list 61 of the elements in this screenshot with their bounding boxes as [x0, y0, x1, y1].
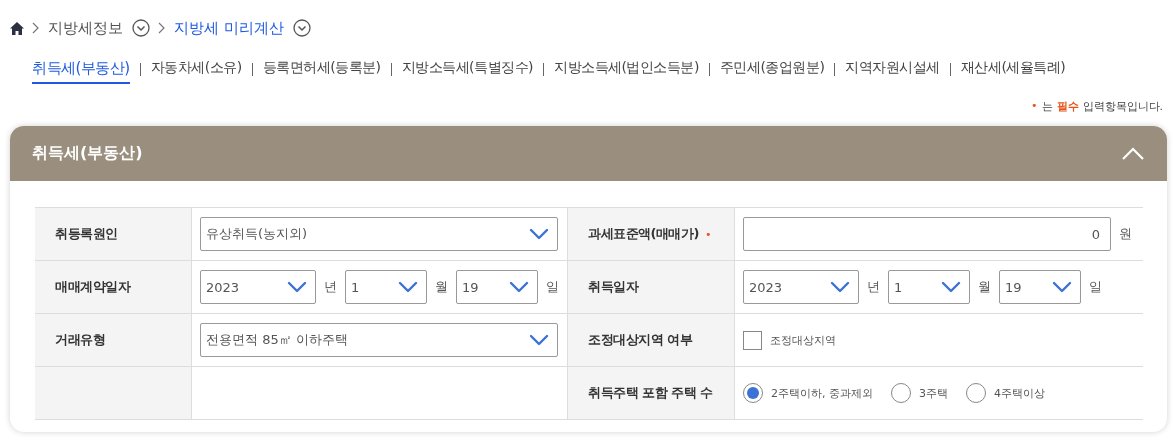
- field-label: 매매계약일자: [55, 278, 130, 296]
- field-label: 조정대상지역 여부: [588, 331, 693, 349]
- select-field[interactable]: 19: [999, 270, 1081, 304]
- select-field[interactable]: 2023: [743, 270, 859, 304]
- chevron-down-icon: [398, 280, 418, 294]
- select-field[interactable]: 1: [888, 270, 970, 304]
- radio-label: 3주택: [919, 385, 948, 401]
- field-label: 과세표준액(매매가): [588, 225, 699, 243]
- checkbox[interactable]: [743, 330, 762, 350]
- unit-label: 월: [978, 278, 991, 296]
- home-icon[interactable]: [10, 21, 24, 35]
- chevron-right-icon: [32, 22, 39, 34]
- tab[interactable]: 주민세(종업원분): [719, 55, 825, 83]
- note-text: 필수: [1056, 99, 1079, 115]
- required-mark: •: [704, 227, 712, 241]
- dropdown-icon[interactable]: [292, 19, 311, 37]
- chevron-down-icon: [1052, 280, 1072, 294]
- tab[interactable]: 지역자원시설세: [845, 55, 940, 83]
- input-field[interactable]: 0: [743, 217, 1111, 251]
- select-field[interactable]: 2023: [200, 270, 316, 304]
- panel-title: 취득세(부동산): [32, 143, 143, 164]
- radio-label: 4주택이상: [994, 385, 1045, 401]
- chevron-down-icon: [941, 280, 961, 294]
- breadcrumb-link[interactable]: 지방세정보: [48, 18, 123, 38]
- chevron-down-icon: [830, 280, 850, 294]
- tab[interactable]: 자동차세(소유): [150, 55, 242, 83]
- select-field[interactable]: 전용면적 85㎡ 이하주택: [200, 323, 558, 357]
- dropdown-icon[interactable]: [132, 19, 150, 37]
- unit-label: 일: [1089, 278, 1102, 296]
- chevron-down-icon: [529, 227, 549, 241]
- tab[interactable]: 지방소득세(특별징수): [401, 55, 534, 83]
- note-text: 는: [1041, 99, 1053, 115]
- unit-label: 년: [324, 278, 337, 296]
- required-mark: •: [1031, 99, 1038, 114]
- unit-label: 원: [1119, 225, 1132, 243]
- radio-label: 2주택이하, 중과제외: [771, 385, 873, 401]
- breadcrumb-link[interactable]: 지방세 미리계산: [174, 18, 284, 38]
- unit-label: 년: [867, 278, 880, 296]
- select-field[interactable]: 1: [345, 270, 427, 304]
- chevron-down-icon: [529, 333, 549, 347]
- collapse-icon[interactable]: [1121, 146, 1145, 161]
- radio-button[interactable]: [891, 383, 911, 403]
- tab[interactable]: 재산세(세율특례): [960, 55, 1066, 83]
- note-text: 입력항목입니다.: [1082, 99, 1163, 115]
- unit-label: 일: [546, 278, 559, 296]
- select-field[interactable]: 유상취득(농지외): [200, 217, 558, 251]
- field-label: 취득일자: [588, 278, 638, 296]
- chevron-right-icon: [158, 22, 165, 34]
- select-field[interactable]: 19: [456, 270, 538, 304]
- tab[interactable]: 지방소득세(법인소득분): [554, 55, 699, 83]
- tab[interactable]: 취득세(부동산): [32, 54, 130, 84]
- tab[interactable]: 등록면허세(등록분): [262, 55, 381, 83]
- field-label: 취등록원인: [55, 225, 118, 243]
- chevron-down-icon: [509, 280, 529, 294]
- chevron-down-icon: [287, 280, 307, 294]
- radio-button[interactable]: [743, 383, 763, 403]
- radio-button[interactable]: [966, 383, 986, 403]
- field-label: 취득주택 포함 주택 수: [588, 384, 713, 402]
- checkbox-label: 조정대상지역: [770, 332, 836, 348]
- unit-label: 월: [435, 278, 448, 296]
- field-label: 거래유형: [55, 331, 105, 349]
